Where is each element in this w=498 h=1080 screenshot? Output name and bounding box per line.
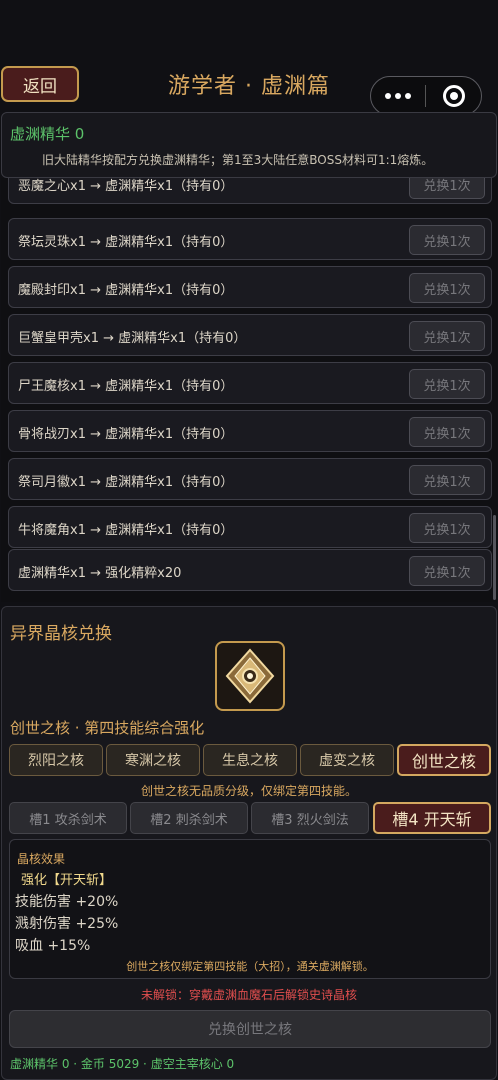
recipe-list[interactable]: 恶魔之心x1 → 虚渊精华x1（持有0） 兑换1次 祭坛灵珠x1 → 虚渊精华x… — [1, 178, 497, 602]
exchange-once-button[interactable]: 兑换1次 — [409, 273, 485, 303]
slot-tab-3[interactable]: 槽3 烈火剑法 — [251, 802, 369, 834]
recipe-label: 祭司月徽x1 → 虚渊精华x1（持有0） — [18, 475, 234, 490]
effect-skill-damage: 技能伤害 +20% — [15, 894, 119, 910]
recipe-label: 魔殿封印x1 → 虚渊精华x1（持有0） — [18, 283, 234, 298]
recipe-row: 祭司月徽x1 → 虚渊精华x1（持有0） 兑换1次 — [8, 458, 492, 500]
slot-tab-1[interactable]: 槽1 攻杀剑术 — [9, 802, 127, 834]
mini-program-capsule — [370, 76, 482, 116]
crystal-effect-box: 晶核效果 强化【开天斩】 技能伤害 +20% 溅射伤害 +25% 吸血 +15%… — [9, 839, 491, 979]
close-target-icon[interactable] — [426, 85, 481, 107]
exchange-once-button[interactable]: 兑换1次 — [409, 513, 485, 543]
resource-footer: 虚渊精华 0 · 金币 5029 · 虚空主宰核心 0 — [10, 1057, 235, 1071]
recipe-row: 骨将战刃x1 → 虚渊精华x1（持有0） 兑换1次 — [8, 410, 492, 452]
exchange-once-button[interactable]: 兑换1次 — [409, 556, 485, 586]
essence-note: 旧大陆精华按配方兑换虚渊精华；第1至3大陆任意BOSS材料可1:1熔炼。 — [42, 153, 434, 167]
recipe-label: 尸王魔核x1 → 虚渊精华x1（持有0） — [18, 379, 234, 394]
locked-notice: 未解锁：穿戴虚渊血魔石后解锁史诗晶核 — [140, 988, 357, 1002]
recipe-label: 虚渊精华x1 → 强化精粹x20 — [18, 566, 182, 581]
exchange-once-button[interactable]: 兑换1次 — [409, 178, 485, 199]
recipe-label: 牛将魔角x1 → 虚渊精华x1（持有0） — [18, 523, 234, 538]
recipe-row: 虚渊精华x1 → 强化精粹x20 兑换1次 — [8, 549, 492, 591]
core-description: 创世之核无品质分级，仅绑定第四技能。 — [140, 784, 357, 798]
recipe-row: 牛将魔角x1 → 虚渊精华x1（持有0） 兑换1次 — [8, 506, 492, 548]
slot-tab-2[interactable]: 槽2 刺杀剑术 — [130, 802, 248, 834]
effect-note: 创世之核仅绑定第四技能（大招），通关虚渊解锁。 — [126, 960, 374, 973]
recipe-row: 恶魔之心x1 → 虚渊精华x1（持有0） 兑换1次 — [8, 178, 492, 204]
slot-tab-4[interactable]: 槽4 开天斩 — [373, 802, 491, 834]
recipe-label: 骨将战刃x1 → 虚渊精华x1（持有0） — [18, 427, 234, 442]
core-tab-shengxi[interactable]: 生息之核 — [203, 744, 297, 776]
effect-heading: 晶核效果 — [17, 852, 66, 866]
recipe-label: 恶魔之心x1 → 虚渊精华x1（持有0） — [18, 179, 234, 194]
more-icon[interactable] — [371, 93, 425, 99]
core-title: 创世之核 · 第四技能综合强化 — [10, 719, 205, 737]
essence-count: 虚渊精华 0 — [10, 125, 85, 143]
recipe-row: 巨蟹皇甲壳x1 → 虚渊精华x1（持有0） 兑换1次 — [8, 314, 492, 356]
core-tab-lieyang[interactable]: 烈阳之核 — [9, 744, 103, 776]
exchange-once-button[interactable]: 兑换1次 — [409, 321, 485, 351]
exchange-once-button[interactable]: 兑换1次 — [409, 225, 485, 255]
core-tab-hanyuan[interactable]: 寒渊之核 — [106, 744, 200, 776]
exchange-once-button[interactable]: 兑换1次 — [409, 465, 485, 495]
recipe-row: 祭坛灵珠x1 → 虚渊精华x1（持有0） 兑换1次 — [8, 218, 492, 260]
exchange-once-button[interactable]: 兑换1次 — [409, 417, 485, 447]
crystal-heading: 异界晶核兑换 — [10, 624, 112, 644]
recipe-row: 魔殿封印x1 → 虚渊精华x1（持有0） 兑换1次 — [8, 266, 492, 308]
effect-splash-damage: 溅射伤害 +25% — [15, 916, 119, 932]
list-scrollbar[interactable] — [493, 515, 496, 600]
recipe-label: 巨蟹皇甲壳x1 → 虚渊精华x1（持有0） — [18, 331, 247, 346]
exchange-core-button[interactable]: 兑换创世之核 — [9, 1010, 491, 1048]
crystal-core-icon — [215, 641, 285, 711]
crystal-exchange-panel: 异界晶核兑换 创世之核 · 第四技能综合强化 烈阳之核 寒渊之核 生息之核 虚变… — [1, 606, 497, 1080]
essence-panel: 虚渊精华 0 旧大陆精华按配方兑换虚渊精华；第1至3大陆任意BOSS材料可1:1… — [1, 112, 497, 178]
core-tab-chuangshi[interactable]: 创世之核 — [397, 744, 491, 776]
exchange-once-button[interactable]: 兑换1次 — [409, 369, 485, 399]
effect-lifesteal: 吸血 +15% — [15, 938, 91, 954]
recipe-label: 祭坛灵珠x1 → 虚渊精华x1（持有0） — [18, 235, 234, 250]
core-tab-xubian[interactable]: 虚变之核 — [300, 744, 394, 776]
recipe-row: 尸王魔核x1 → 虚渊精华x1（持有0） 兑换1次 — [8, 362, 492, 404]
effect-skill: 强化【开天斩】 — [21, 873, 113, 888]
